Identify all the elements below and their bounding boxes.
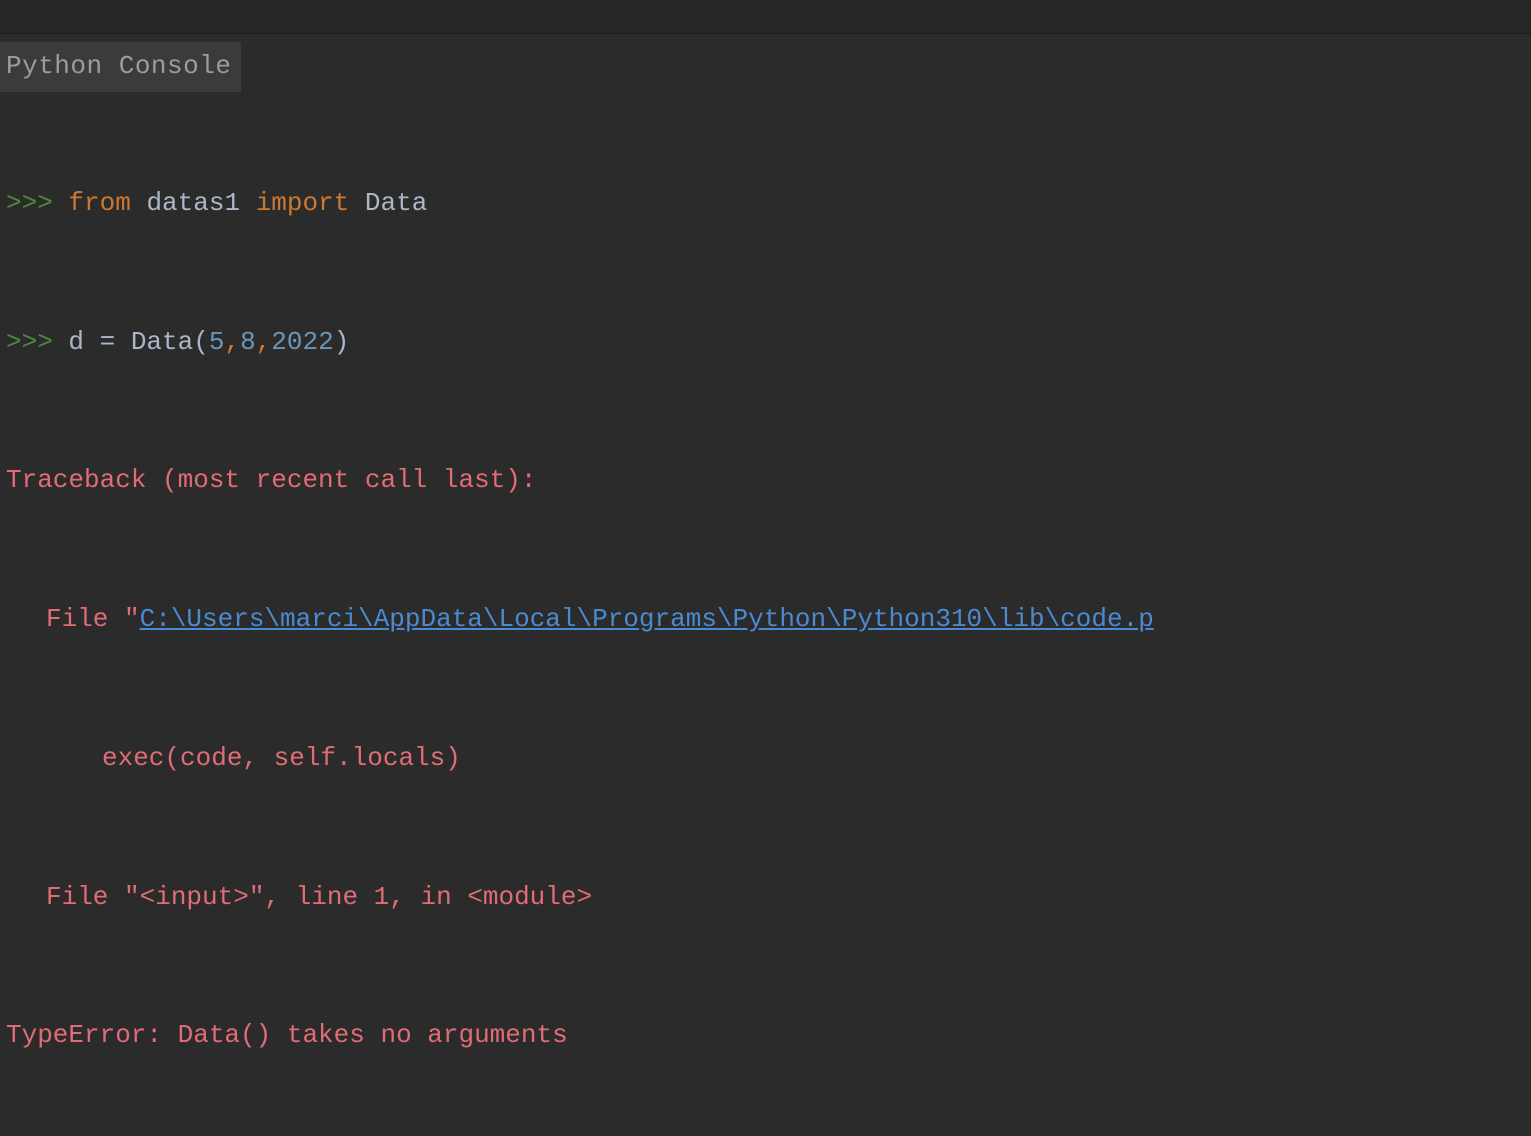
console-line-input: >>> d = Data(5,8,2022) — [6, 322, 1525, 364]
tab-row: Python Console — [0, 34, 1531, 92]
number-literal: 8 — [240, 327, 256, 357]
traceback-file-line: File "<input>", line 1, in <module> — [6, 877, 1525, 919]
top-bar — [0, 0, 1531, 34]
class-name: Data — [365, 188, 427, 218]
comma: , — [256, 327, 272, 357]
number-literal: 2022 — [271, 327, 333, 357]
number-literal: 5 — [209, 327, 225, 357]
paren-close: ) — [334, 327, 350, 357]
traceback-header: Traceback (most recent call last): — [6, 460, 1525, 502]
traceback-file-link[interactable]: C:\Users\marci\AppData\Local\Programs\Py… — [140, 604, 1154, 634]
keyword-from: from — [68, 188, 130, 218]
prompt: >>> — [6, 188, 53, 218]
prompt: >>> — [6, 327, 53, 357]
console-line-input: >>> from datas1 import Data — [6, 183, 1525, 225]
console-output[interactable]: >>> from datas1 import Data >>> d = Data… — [0, 92, 1531, 1136]
keyword-import: import — [256, 188, 350, 218]
traceback-file-line: File "C:\Users\marci\AppData\Local\Progr… — [6, 599, 1525, 641]
python-console-panel: Python Console >>> from datas1 import Da… — [0, 34, 1531, 1136]
code-text: d = Data( — [68, 327, 208, 357]
module-name: datas1 — [146, 188, 240, 218]
traceback-exec-line: exec(code, self.locals) — [6, 738, 1525, 780]
comma: , — [224, 327, 240, 357]
tab-python-console[interactable]: Python Console — [0, 42, 241, 92]
traceback-type-error: TypeError: Data() takes no arguments — [6, 1015, 1525, 1057]
file-prefix: File " — [46, 604, 140, 634]
